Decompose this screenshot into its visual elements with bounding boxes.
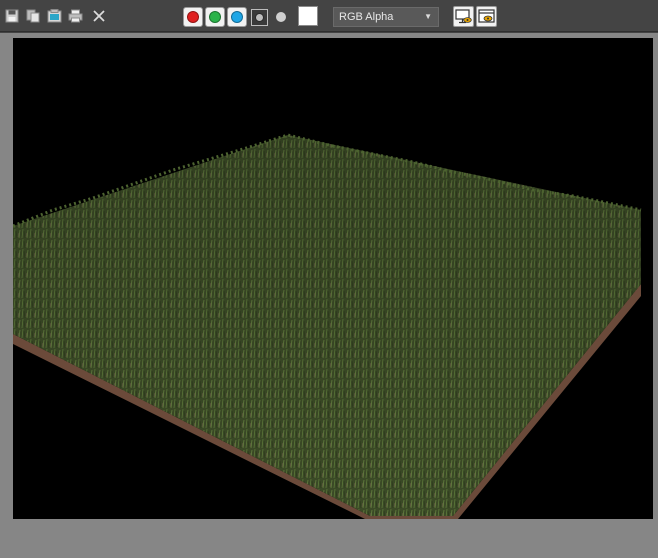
display-mode-value: RGB Alpha — [339, 11, 394, 23]
display-mode-dropdown[interactable]: RGB Alpha ▼ — [333, 7, 439, 27]
clone-icon[interactable] — [25, 8, 41, 24]
color-swatch[interactable] — [298, 6, 318, 26]
save-icon[interactable] — [4, 8, 20, 24]
print-icon[interactable] — [67, 8, 83, 24]
blue-channel-icon — [231, 11, 243, 23]
blue-channel-button[interactable] — [227, 7, 247, 27]
frame-toolbar: RGB Alpha ▼ — [0, 0, 658, 32]
display-correction-icon[interactable] — [453, 6, 474, 27]
copy-image-icon[interactable] — [46, 8, 62, 24]
monochrome-icon[interactable] — [276, 12, 286, 22]
toggle-ui-icon[interactable] — [476, 6, 497, 27]
alpha-channel-button[interactable] — [251, 9, 268, 26]
rendered-image[interactable] — [13, 38, 653, 519]
alpha-icon — [255, 13, 264, 22]
green-channel-icon — [209, 11, 221, 23]
red-channel-icon — [187, 11, 199, 23]
clear-icon[interactable] — [91, 8, 107, 24]
chevron-down-icon: ▼ — [424, 12, 432, 21]
rendered-frame-window: RGB Alpha ▼ — [0, 0, 658, 558]
red-channel-button[interactable] — [183, 7, 203, 27]
grass-render — [13, 133, 642, 519]
green-channel-button[interactable] — [205, 7, 225, 27]
